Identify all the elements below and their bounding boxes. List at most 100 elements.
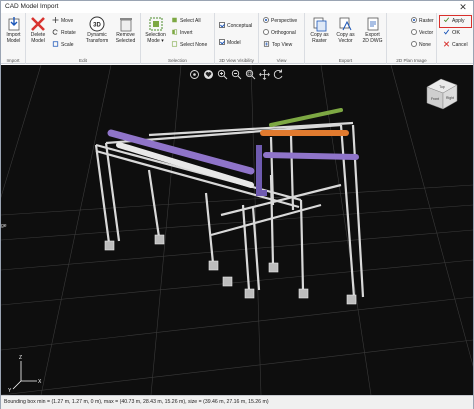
zoom-extents-icon[interactable]: [245, 69, 256, 80]
copy-as-raster-button[interactable]: Copy as Raster: [307, 16, 332, 44]
axis-triad: Z X Y: [8, 355, 42, 394]
top-view-label: Top View: [272, 42, 293, 48]
footing: [268, 262, 279, 273]
ok-button[interactable]: OK: [443, 29, 460, 37]
title-bar: CAD Model Import ✕: [1, 1, 473, 13]
select-none-icon: [171, 41, 178, 47]
remove-selected-button[interactable]: Remove Selected: [112, 16, 139, 44]
scale-button[interactable]: Scale: [52, 41, 74, 49]
select-all-button[interactable]: Select All: [171, 17, 201, 25]
invert-button[interactable]: Invert: [171, 29, 193, 37]
copy-vector-icon: [339, 17, 351, 31]
orthogonal-radio-icon: [263, 29, 269, 35]
top-view-icon: [263, 41, 270, 47]
cancel-label: Cancel: [452, 42, 468, 48]
footing: [244, 288, 255, 299]
raster-radio[interactable]: Raster: [411, 17, 434, 25]
pan-icon[interactable]: [259, 69, 270, 80]
ok-label: OK: [452, 30, 461, 36]
view-cube[interactable]: Top Front Right: [426, 78, 458, 110]
perspective-label: Perspective: [271, 18, 298, 24]
conceptual-checkbox[interactable]: Conceptual: [219, 22, 252, 30]
z-axis-label: Z: [19, 355, 22, 361]
conceptual-label: Conceptual: [227, 23, 253, 29]
select-none-button[interactable]: Select None: [171, 41, 207, 49]
invert-label: Invert: [180, 30, 193, 36]
footing: [154, 234, 165, 245]
export-group-label: Export: [338, 58, 353, 63]
top-view-button[interactable]: Top View: [263, 41, 292, 49]
export-group: Copy as Raster Copy as Vector Export 2D …: [305, 13, 387, 64]
footing: [104, 240, 115, 251]
window-title: CAD Model Import: [5, 3, 59, 10]
dynamic-transform-button[interactable]: 3D Dynamic Transform: [83, 16, 111, 44]
perspective-radio-icon: [263, 17, 269, 23]
export-2d-dwg-button[interactable]: Export 2D DWG: [359, 16, 386, 44]
viewport-canvas[interactable]: Top Front Right Z X Y ge: [1, 65, 473, 395]
clipped-edge-label: ge: [1, 223, 7, 229]
visibility-group: Conceptual Model 3D View Visibility: [215, 13, 259, 64]
selection-mode-button[interactable]: Selection Mode ▾: [142, 16, 169, 44]
vector-radio[interactable]: Vector: [411, 29, 433, 37]
pipes: [107, 108, 359, 196]
footings: [104, 234, 357, 305]
delete-model-button[interactable]: Delete Model: [27, 16, 49, 44]
raster-radio-icon: [411, 17, 417, 23]
rotate-button[interactable]: Rotate: [52, 29, 76, 37]
none-radio[interactable]: None: [411, 41, 431, 49]
cancel-icon: [443, 41, 450, 47]
remove-selected-label: Remove Selected: [115, 32, 136, 44]
import-group-label: Import: [6, 58, 20, 63]
selection-group-label: Selection: [168, 58, 187, 63]
footing: [222, 276, 233, 287]
favorite-view-icon[interactable]: [203, 69, 214, 80]
move-button[interactable]: Move: [52, 17, 73, 25]
view-group-label: View: [276, 58, 287, 63]
orbit-icon[interactable]: [189, 69, 200, 80]
view-cube-top-label: Top: [439, 85, 445, 89]
raster-label: Raster: [419, 18, 434, 24]
remove-selected-icon: [119, 18, 132, 32]
none-radio-icon: [411, 41, 417, 47]
zoom-in-icon[interactable]: [217, 69, 228, 80]
status-bar: Bounding box min = (1.27 m, 1.27 m, 0 m)…: [1, 395, 473, 409]
delete-model-label: Delete Model: [30, 32, 46, 44]
svg-text:3D: 3D: [93, 23, 101, 29]
3d-viewport[interactable]: Top Front Right Z X Y ge: [1, 65, 473, 395]
zoom-out-icon[interactable]: [231, 69, 242, 80]
ribbon: Import Model Import Delete Model Move Ro…: [1, 13, 473, 64]
model-checkbox[interactable]: Model: [219, 39, 241, 47]
ok-highlight-box: [439, 15, 472, 28]
ok-check-icon: [443, 29, 450, 35]
import-model-icon: [8, 17, 19, 31]
invert-icon: [172, 29, 178, 35]
vector-radio-icon: [411, 29, 417, 35]
orthogonal-radio[interactable]: Orthogonal: [263, 29, 296, 37]
copy-raster-label: Copy as Raster: [310, 32, 329, 44]
import-model-label: Import Model: [6, 32, 21, 44]
edit-group-label: Edit: [79, 58, 87, 63]
cancel-button[interactable]: Cancel: [443, 41, 468, 49]
perspective-radio[interactable]: Perspective: [263, 17, 297, 25]
rotate-icon: [52, 29, 58, 35]
delete-icon: [31, 17, 45, 31]
close-icon[interactable]: ✕: [453, 1, 473, 13]
y-axis-label: Y: [8, 388, 12, 394]
selection-group: Selection Mode ▾ Select All Invert Selec…: [141, 13, 215, 64]
footing: [298, 288, 309, 299]
export-dwg-label: Export 2D DWG: [362, 32, 383, 44]
scale-label: Scale: [61, 42, 74, 48]
plan-image-group: Raster Vector None 2D Plan Image: [387, 13, 437, 64]
conceptual-check-icon: [219, 22, 225, 28]
import-model-button[interactable]: Import Model: [3, 16, 24, 44]
copy-as-vector-button[interactable]: Copy as Vector: [333, 16, 358, 44]
ground-grid: [1, 65, 473, 395]
scale-icon: [52, 41, 59, 47]
select-none-label: Select None: [180, 42, 208, 48]
green-pipe: [269, 108, 343, 127]
move-icon: [52, 17, 59, 23]
select-all-label: Select All: [180, 18, 201, 24]
view-group: Perspective Orthogonal Top View View: [259, 13, 305, 64]
rotate-view-icon[interactable]: [273, 69, 284, 80]
select-all-icon: [172, 17, 177, 23]
